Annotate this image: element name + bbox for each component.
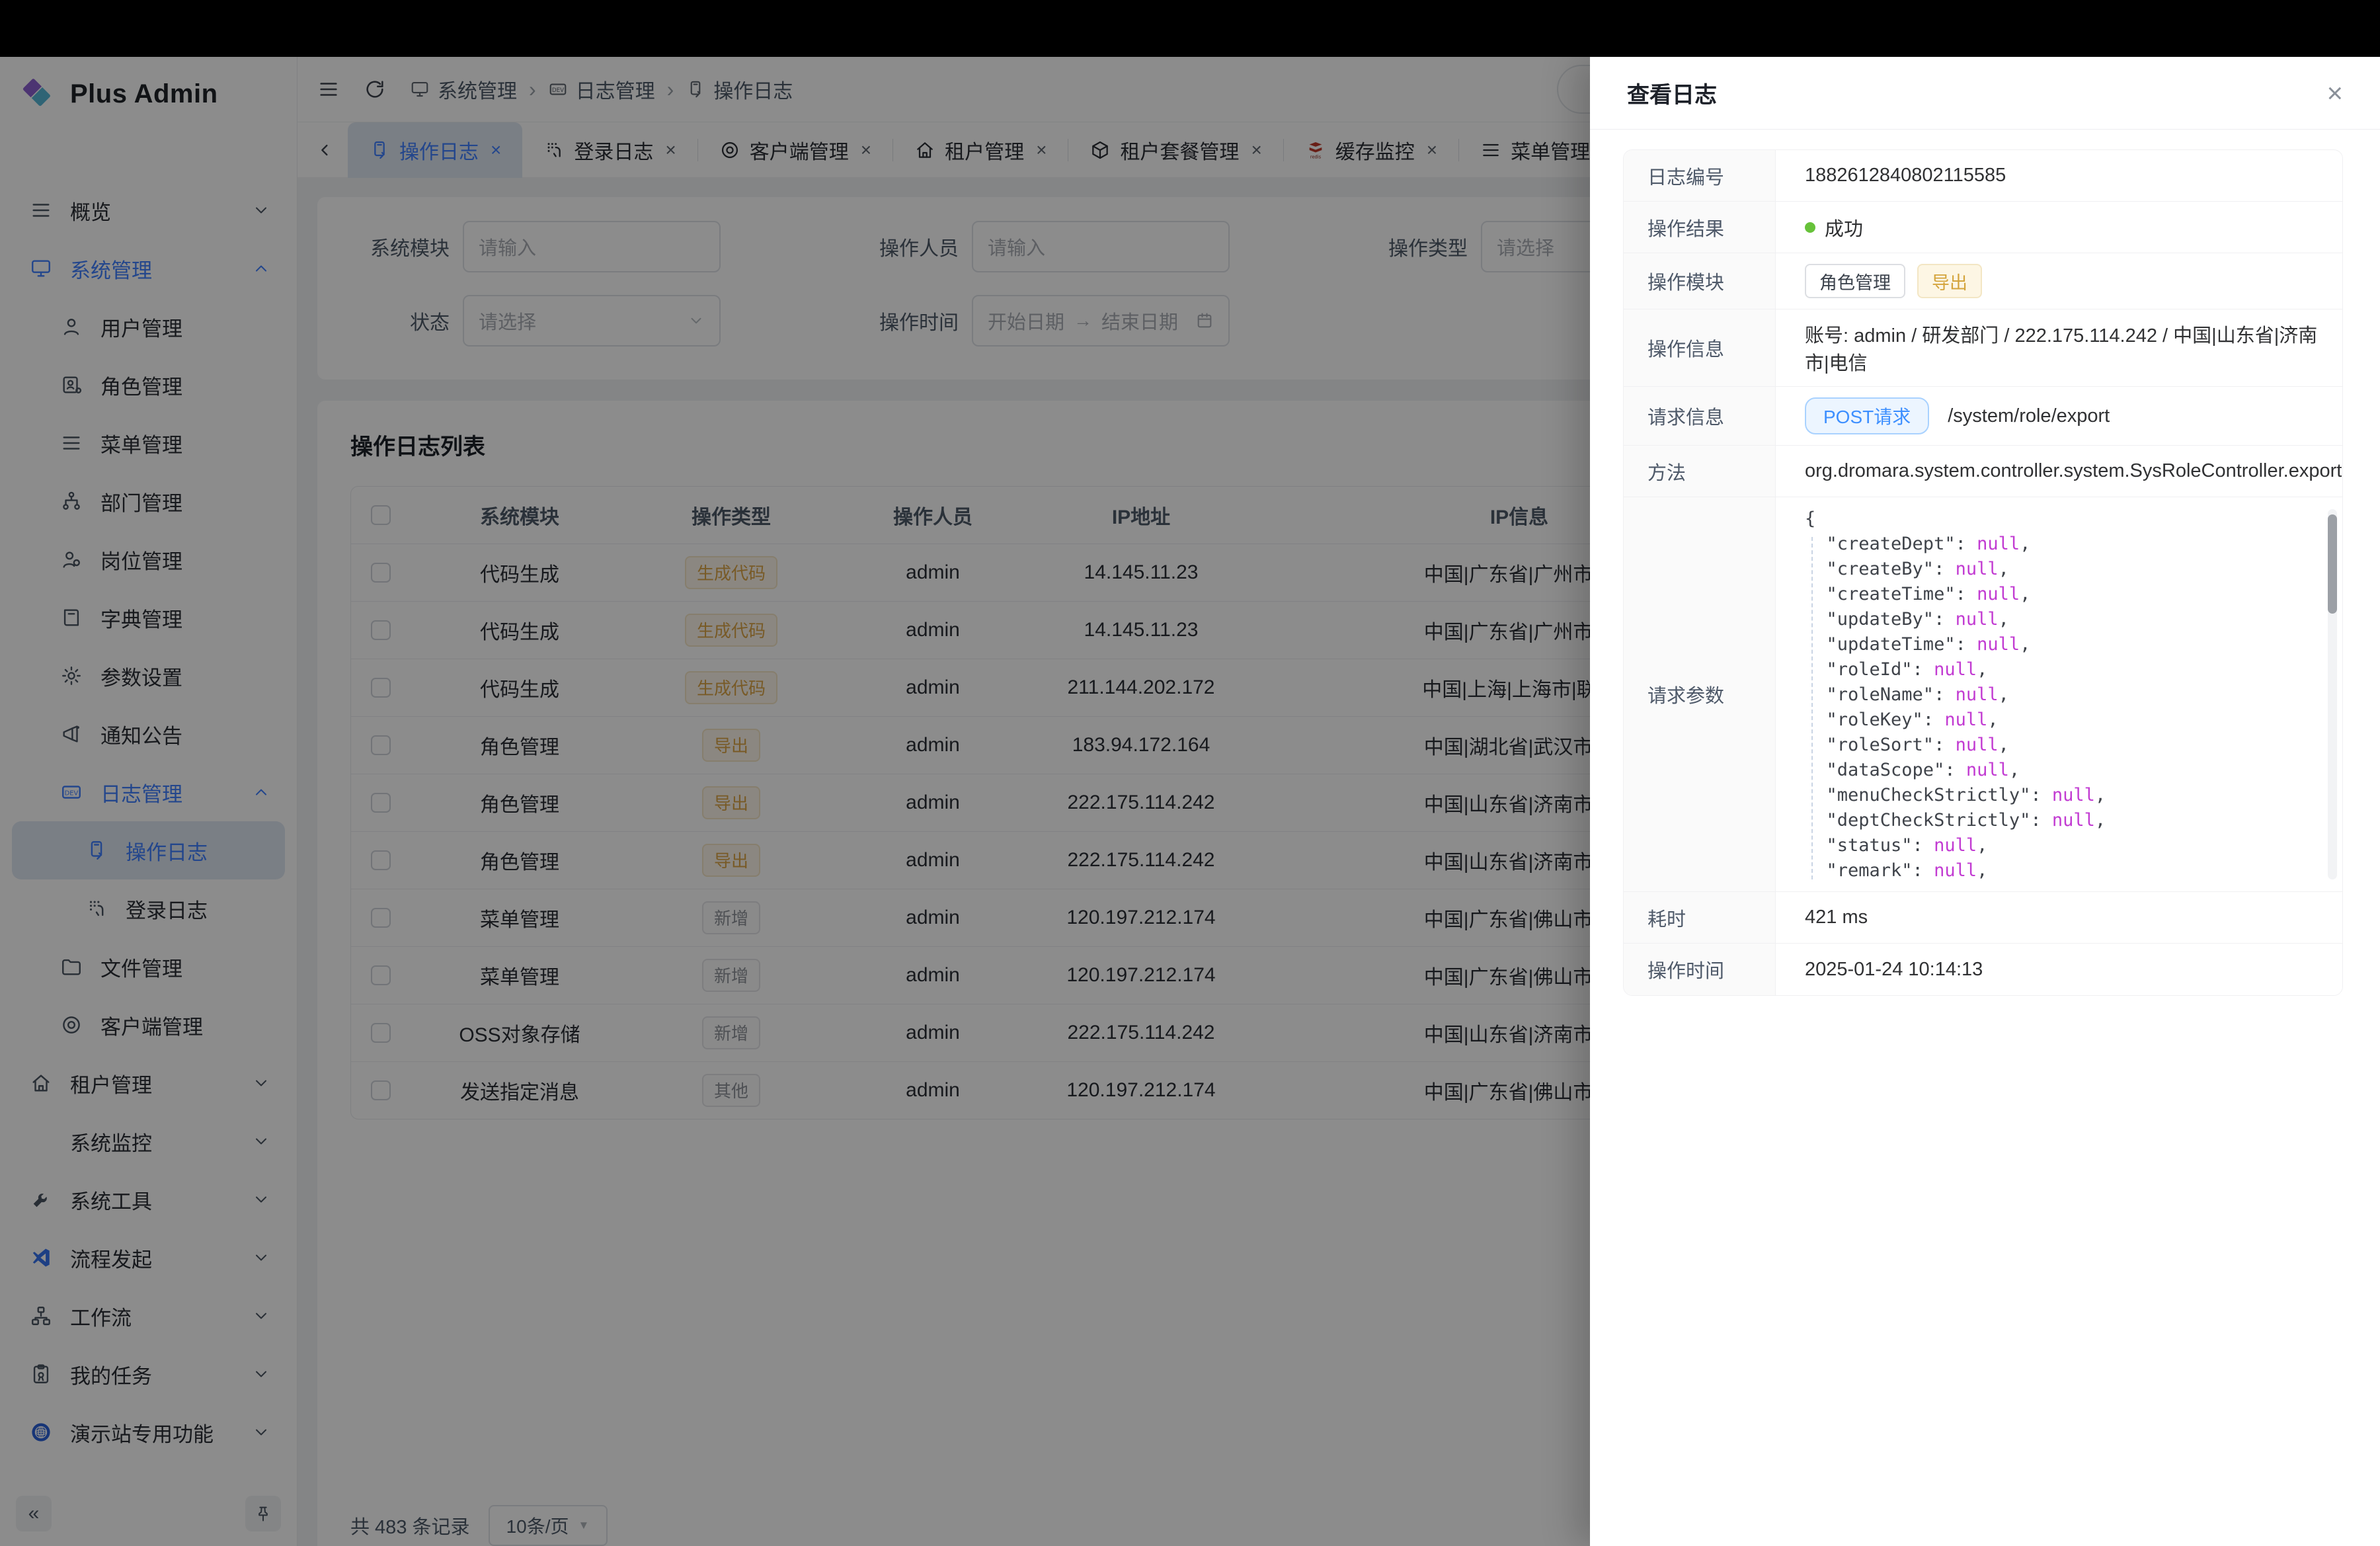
app-window: Plus Admin 概览系统管理用户管理角色管理菜单管理部门管理岗位管理字典管… — [0, 0, 2380, 1546]
window-top-strip — [0, 0, 2380, 57]
drawer-title: 查看日志 — [1627, 77, 1717, 109]
view-log-drawer: 查看日志 × 日志编号 1882612840802115585 操作结果 成功 … — [1590, 57, 2380, 1546]
drawer-body: 日志编号 1882612840802115585 操作结果 成功 操作模块 角色… — [1590, 130, 2380, 996]
code-line: "dataScope": null, — [1805, 758, 2337, 783]
log-detail-table: 日志编号 1882612840802115585 操作结果 成功 操作模块 角色… — [1623, 149, 2343, 996]
detail-row-log-id: 日志编号 1882612840802115585 — [1624, 150, 2342, 202]
code-line: "roleKey": null, — [1805, 708, 2337, 733]
post-method-tag: POST请求 — [1805, 397, 1929, 434]
detail-row-result: 操作结果 成功 — [1624, 202, 2342, 253]
code-line: "menuCheckStrictly": null, — [1805, 783, 2337, 808]
code-line: { — [1805, 507, 2337, 532]
code-line: "createDept": null, — [1805, 532, 2337, 557]
code-scrollbar-thumb[interactable] — [2328, 514, 2337, 614]
code-line: "roleId": null, — [1805, 657, 2337, 682]
operation-type-tag: 导出 — [1917, 264, 1982, 298]
code-line: "roleName": null, — [1805, 682, 2337, 708]
request-path: /system/role/export — [1948, 405, 2110, 427]
request-params-code[interactable]: { "createDept": null, "createBy": null, … — [1805, 507, 2337, 882]
code-line: "roleSort": null, — [1805, 733, 2337, 758]
detail-row-params: 请求参数 { "createDept": null, "createBy": n… — [1624, 497, 2342, 892]
code-line: "updateBy": null, — [1805, 607, 2337, 632]
code-line: "updateTime": null, — [1805, 632, 2337, 657]
code-line: "remark": null, — [1805, 858, 2337, 882]
detail-row-method: 方法 org.dromara.system.controller.system.… — [1624, 446, 2342, 497]
result-text: 成功 — [1825, 214, 1863, 241]
detail-row-duration: 耗时 421 ms — [1624, 892, 2342, 944]
code-line: "createTime": null, — [1805, 582, 2337, 607]
detail-row-time: 操作时间 2025-01-24 10:14:13 — [1624, 944, 2342, 995]
module-tag: 角色管理 — [1805, 264, 1905, 298]
success-dot-icon — [1805, 222, 1815, 233]
code-scrollbar[interactable] — [2328, 509, 2337, 879]
close-icon[interactable]: × — [2326, 79, 2343, 107]
code-line: "createBy": null, — [1805, 557, 2337, 582]
code-line: "status": null, — [1805, 833, 2337, 858]
detail-row-module: 操作模块 角色管理 导出 — [1624, 253, 2342, 309]
drawer-header: 查看日志 × — [1590, 57, 2380, 130]
code-line: "deptCheckStrictly": null, — [1805, 808, 2337, 833]
detail-row-request: 请求信息 POST请求 /system/role/export — [1624, 387, 2342, 446]
detail-row-info: 操作信息 账号: admin / 研发部门 / 222.175.114.242 … — [1624, 309, 2342, 387]
